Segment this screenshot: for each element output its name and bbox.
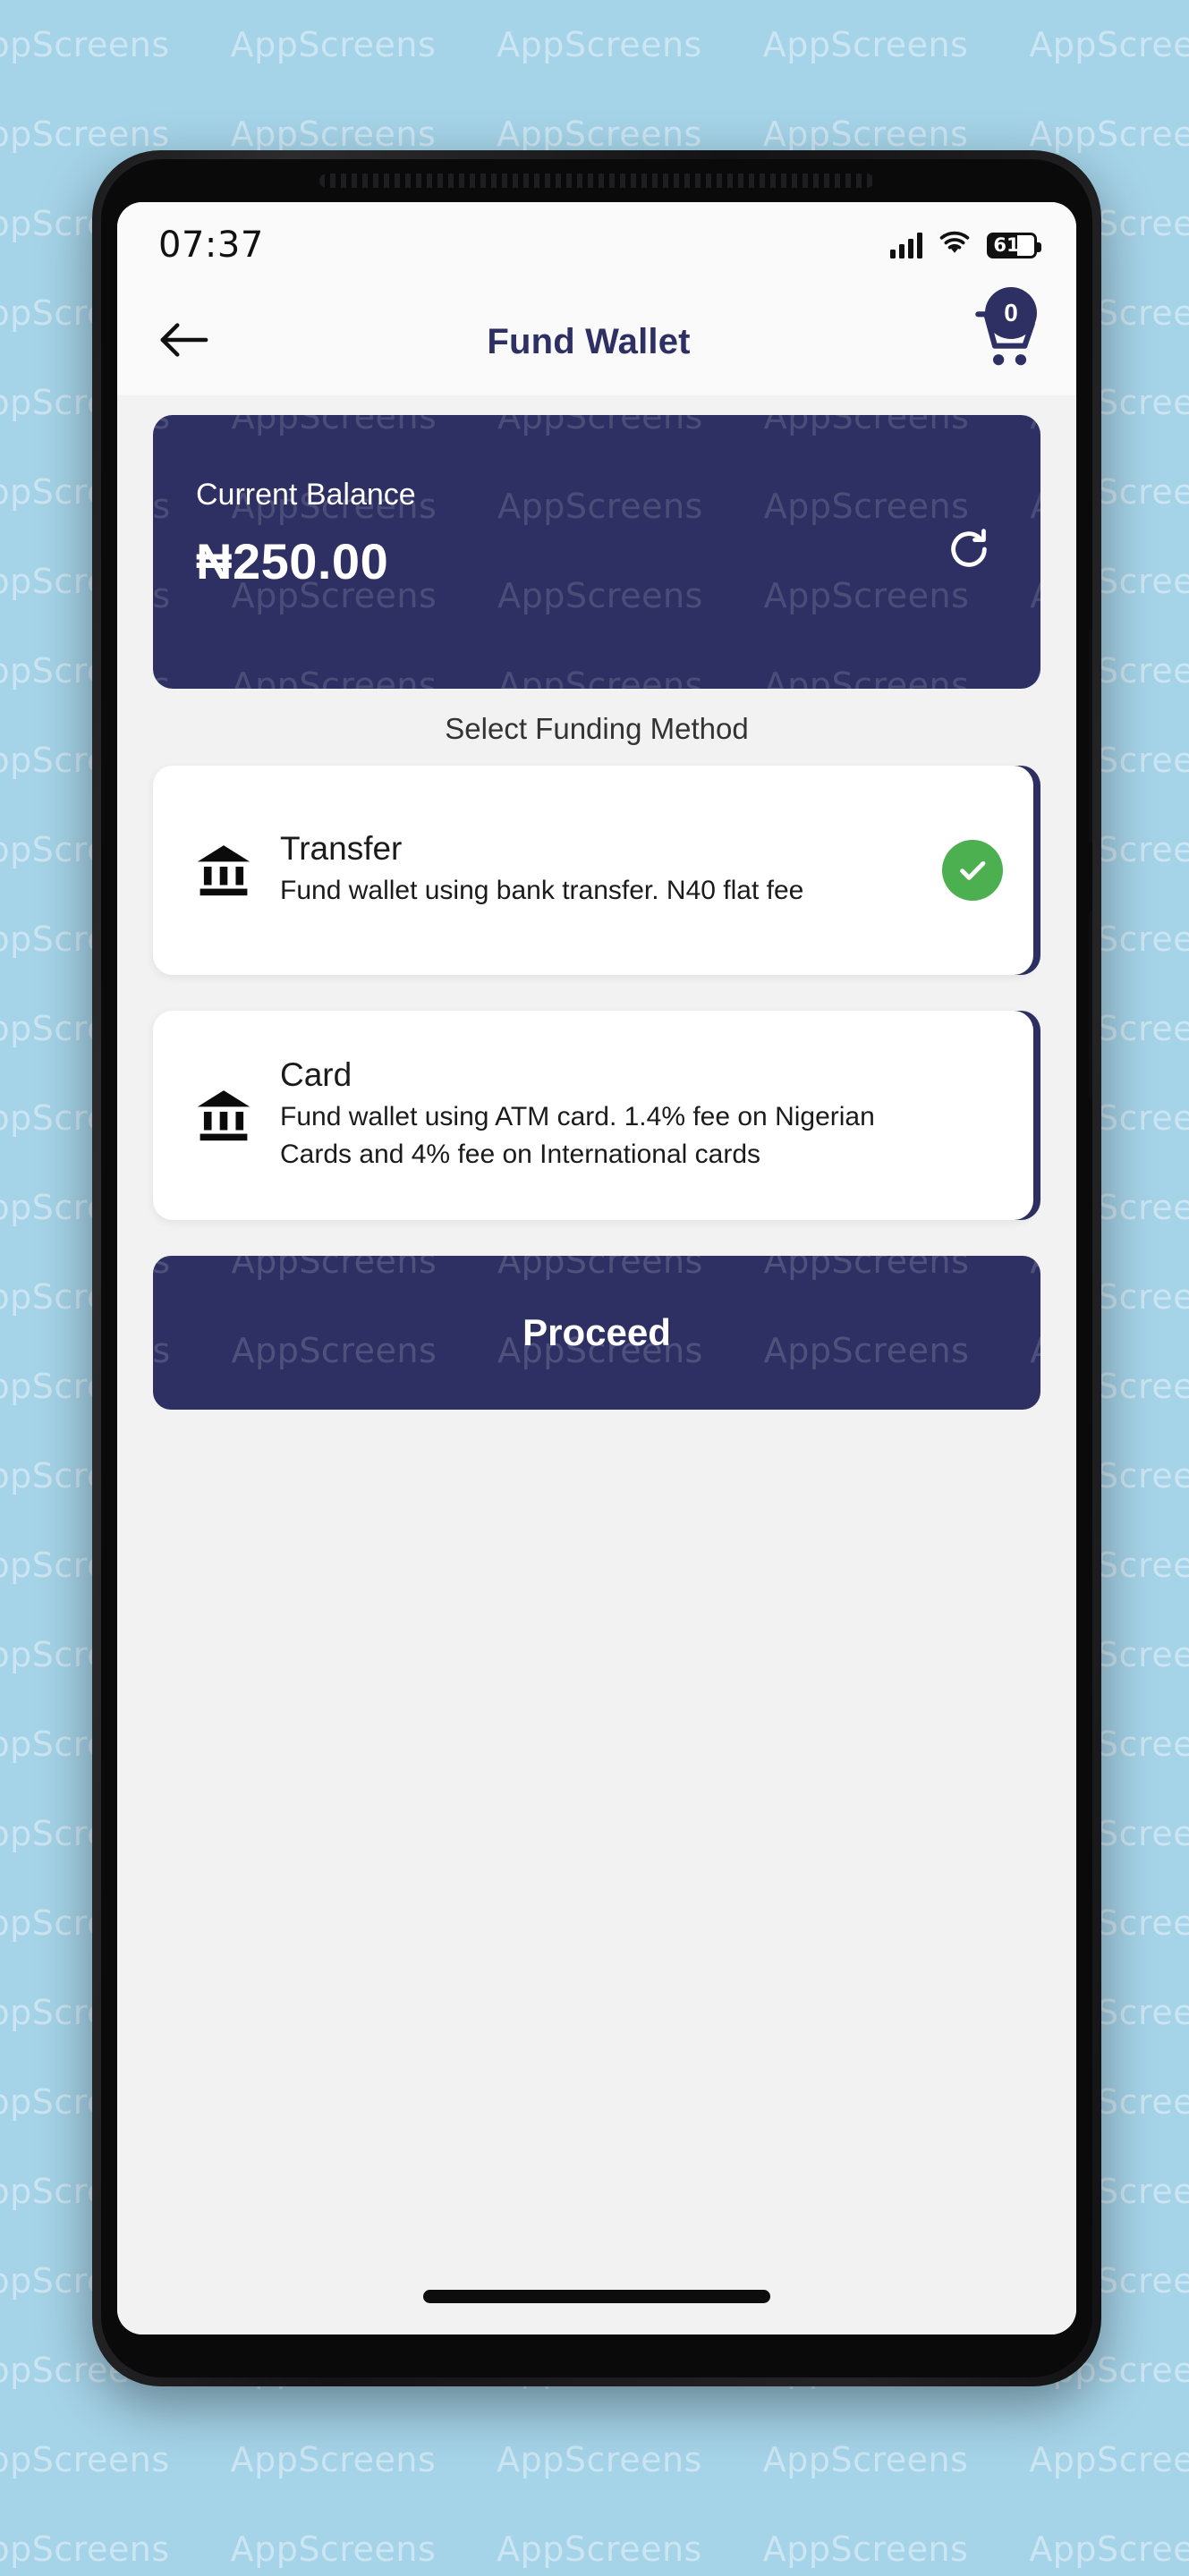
battery-icon: 61	[987, 232, 1041, 258]
status-bar-icons: 61	[889, 230, 1041, 261]
check-circle-icon	[942, 840, 1003, 901]
watermark-row: AppScreensAppScreensAppScreensAppScreens…	[153, 1256, 1040, 1281]
funding-option-row: Transfer Fund wallet using bank transfer…	[153, 766, 1040, 975]
balance-label: Current Balance	[196, 478, 416, 512]
home-indicator[interactable]	[423, 2289, 770, 2303]
funding-option-title: Card	[280, 1056, 352, 1094]
funding-option-row: Card Fund wallet using ATM card. 1.4% fe…	[153, 1011, 1040, 1220]
watermark-row: AppScreensAppScreensAppScreensAppScreens…	[0, 114, 1189, 154]
status-bar: 07:37 61	[117, 202, 1076, 288]
watermark-row: AppScreensAppScreensAppScreensAppScreens…	[153, 415, 1040, 436]
funding-option-title: Transfer	[280, 830, 403, 868]
watermark-row: AppScreensAppScreensAppScreensAppScreens…	[0, 2440, 1189, 2479]
page-title: Fund Wallet	[487, 321, 691, 361]
status-bar-clock: 07:37	[158, 225, 264, 266]
funding-option-transfer[interactable]: Transfer Fund wallet using bank transfer…	[153, 766, 1033, 975]
watermark-row: AppScreensAppScreensAppScreensAppScreens…	[0, 2529, 1189, 2569]
bank-icon	[185, 843, 262, 898]
main-content: AppScreensAppScreensAppScreensAppScreens…	[117, 395, 1076, 2258]
volume-button[interactable]	[1089, 629, 1092, 843]
cart-button[interactable]: 0	[971, 287, 1040, 377]
phone-inner-bezel: AppScreensAppScreensAppScreensAppScreens…	[101, 159, 1092, 2377]
phone-screen: AppScreensAppScreensAppScreensAppScreens…	[117, 202, 1076, 2334]
watermark-row: AppScreensAppScreensAppScreensAppScreens…	[153, 665, 1040, 689]
funding-option-description: Fund wallet using bank transfer. N40 fla…	[280, 875, 804, 905]
cart-badge: 0	[985, 287, 1037, 339]
section-title: Select Funding Method	[445, 712, 749, 745]
app-bar: Fund Wallet 0	[117, 287, 1076, 395]
refresh-balance-button[interactable]	[944, 526, 994, 576]
page-root: AppScreensAppScreensAppScreensAppScreens…	[0, 0, 1189, 2576]
balance-amount: ₦250.00	[196, 533, 389, 589]
funding-option-text: Card Fund wallet using ATM card. 1.4% fe…	[280, 1056, 942, 1174]
bank-icon	[185, 1088, 262, 1143]
funding-option-card[interactable]: Card Fund wallet using ATM card. 1.4% fe…	[153, 1011, 1033, 1220]
power-button[interactable]	[1089, 911, 1092, 1098]
funding-option-text: Transfer Fund wallet using bank transfer…	[280, 830, 942, 910]
earpiece-speaker-grille	[319, 174, 874, 188]
funding-option-description: Fund wallet using ATM card. 1.4% fee on …	[280, 1101, 875, 1170]
home-indicator-area	[117, 2258, 1076, 2334]
refresh-icon	[946, 526, 992, 577]
battery-percent-label: 61	[993, 233, 1020, 256]
proceed-button[interactable]: AppScreensAppScreensAppScreensAppScreens…	[153, 1256, 1040, 1410]
watermark-row: AppScreensAppScreensAppScreensAppScreens…	[0, 25, 1189, 64]
phone-device-frame: AppScreensAppScreensAppScreensAppScreens…	[92, 150, 1101, 2386]
back-arrow-icon	[157, 320, 209, 364]
proceed-button-label: Proceed	[522, 1311, 671, 1353]
signal-bars-icon	[889, 232, 922, 258]
current-balance-card: AppScreensAppScreensAppScreensAppScreens…	[153, 415, 1040, 689]
wifi-icon	[938, 230, 972, 261]
